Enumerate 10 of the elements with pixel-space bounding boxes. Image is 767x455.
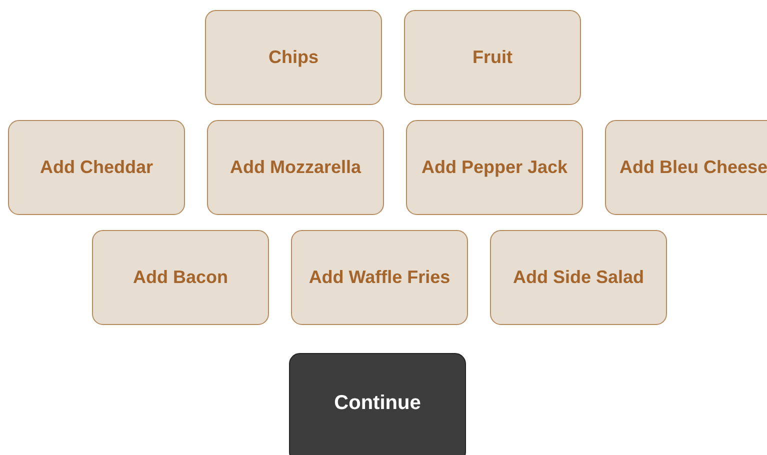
option-button[interactable]: Add Mozzarella <box>207 120 384 215</box>
option-button[interactable]: Add Bleu Cheese <box>605 120 767 215</box>
option-button[interactable]: Chips <box>205 10 382 105</box>
option-button[interactable]: Add Side Salad <box>490 230 667 325</box>
option-button[interactable]: Fruit <box>404 10 581 105</box>
option-button[interactable]: Add Bacon <box>92 230 269 325</box>
option-button[interactable]: Add Pepper Jack <box>406 120 583 215</box>
continue-button[interactable]: Continue <box>289 353 466 455</box>
option-button[interactable]: Add Waffle Fries <box>291 230 468 325</box>
option-button[interactable]: Add Cheddar <box>8 120 185 215</box>
